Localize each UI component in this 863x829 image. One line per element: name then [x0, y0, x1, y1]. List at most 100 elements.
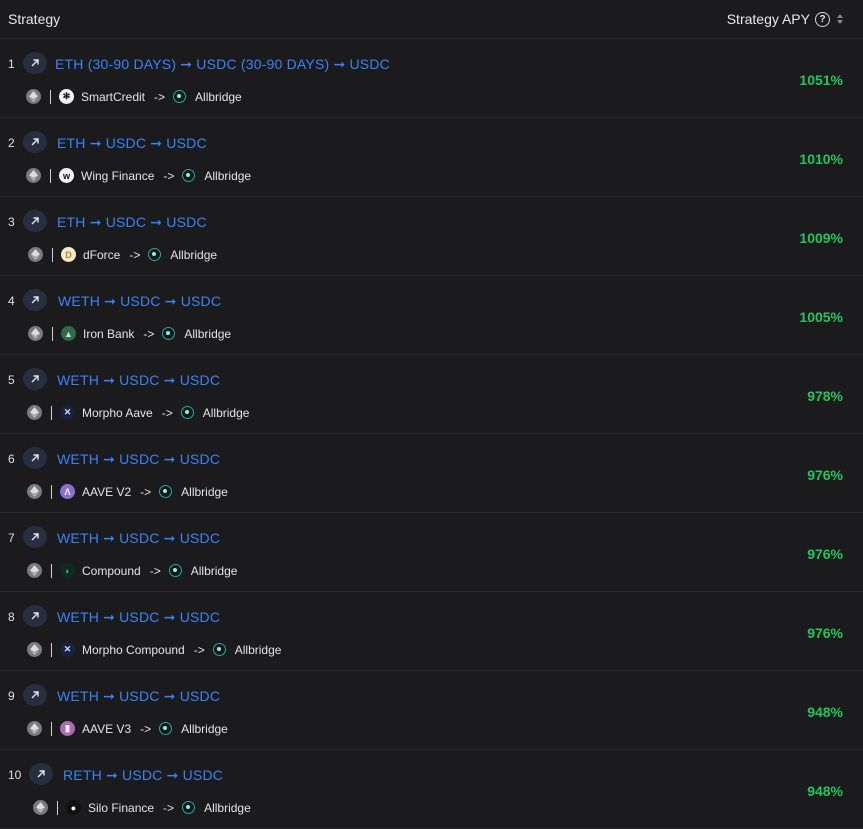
compound-icon: ◗	[60, 563, 75, 578]
strategy-route-link[interactable]: ETH (30-90 DAYS) ➞ USDC (30-90 DAYS) ➞ U…	[55, 56, 390, 73]
separator	[51, 405, 52, 420]
flow-arrow: ->	[161, 405, 173, 420]
allbridge-icon	[162, 327, 176, 340]
separator	[51, 721, 52, 736]
strategy-apy-value: 976%	[807, 546, 843, 562]
strategy-apy-value: 948%	[807, 704, 843, 720]
bridge-name: Allbridge	[204, 168, 252, 183]
allbridge-icon	[173, 90, 187, 103]
ethereum-chain-icon	[27, 484, 42, 499]
strategy-route-link[interactable]: WETH ➞ USDC ➞ USDC	[57, 609, 220, 626]
flow-arrow: ->	[193, 642, 205, 657]
smartcredit-icon: ✻	[59, 89, 74, 104]
separator	[51, 484, 52, 499]
bridge-name: Allbridge	[190, 563, 238, 578]
strategy-route-link[interactable]: WETH ➞ USDC ➞ USDC	[57, 688, 220, 705]
allbridge-icon	[159, 485, 173, 498]
strategy-path: ▮ AAVE V3 -> Allbridge	[27, 721, 228, 736]
strategy-path: ✕ Morpho Aave -> Allbridge	[27, 405, 249, 420]
table-row[interactable]: 9 WETH ➞ USDC ➞ USDC ▮ AAVE V3 -> Allbri…	[0, 671, 863, 750]
flow-arrow: ->	[163, 800, 175, 815]
open-strategy-arrow-icon[interactable]	[23, 289, 47, 311]
protocol-name: dForce	[83, 247, 121, 262]
table-header: Strategy Strategy APY ?	[0, 0, 863, 39]
wing-finance-icon: w	[59, 168, 74, 183]
strategy-path: ✕ Morpho Compound -> Allbridge	[27, 642, 281, 657]
strategy-route-link[interactable]: ETH ➞ USDC ➞ USDC	[57, 135, 207, 152]
aave-icon: Λ	[60, 484, 75, 499]
open-strategy-arrow-icon[interactable]	[23, 526, 47, 548]
strategy-route-link[interactable]: WETH ➞ USDC ➞ USDC	[57, 530, 220, 547]
open-strategy-arrow-icon[interactable]	[23, 52, 47, 74]
protocol-name: Wing Finance	[81, 168, 155, 183]
open-strategy-arrow-icon[interactable]	[23, 447, 47, 469]
table-row[interactable]: 3 ETH ➞ USDC ➞ USDC D dForce -> Allbridg…	[0, 197, 863, 276]
strategy-route-link[interactable]: WETH ➞ USDC ➞ USDC	[57, 451, 220, 468]
iron-bank-icon: ▲	[61, 326, 76, 341]
ethereum-chain-icon	[26, 89, 41, 104]
strategy-table: Strategy Strategy APY ? 1 ETH (30-90 DAY…	[0, 0, 863, 829]
table-row[interactable]: 6 WETH ➞ USDC ➞ USDC Λ AAVE V2 -> Allbri…	[0, 434, 863, 513]
separator	[51, 563, 52, 578]
flow-arrow: ->	[163, 168, 175, 183]
strategy-path: ◗ Compound -> Allbridge	[27, 563, 237, 578]
open-strategy-arrow-icon[interactable]	[23, 605, 47, 627]
separator	[52, 326, 53, 341]
strategy-apy-value: 978%	[807, 388, 843, 404]
strategy-path: ● Silo Finance -> Allbridge	[33, 800, 251, 815]
strategy-apy-value: 976%	[807, 467, 843, 483]
apy-column-label: Strategy APY	[726, 11, 810, 27]
open-strategy-arrow-icon[interactable]	[29, 763, 53, 785]
rank-number: 2	[8, 136, 15, 150]
open-strategy-arrow-icon[interactable]	[23, 210, 47, 232]
protocol-name: Compound	[82, 563, 141, 578]
separator	[50, 89, 51, 104]
table-row[interactable]: 5 WETH ➞ USDC ➞ USDC ✕ Morpho Aave -> Al…	[0, 355, 863, 434]
ethereum-chain-icon	[27, 405, 42, 420]
rank-number: 8	[8, 610, 15, 624]
protocol-name: Iron Bank	[83, 326, 135, 341]
separator	[51, 642, 52, 657]
rank-number: 1	[8, 57, 15, 71]
table-row[interactable]: 7 WETH ➞ USDC ➞ USDC ◗ Compound -> Allbr…	[0, 513, 863, 592]
strategy-apy-value: 1051%	[799, 72, 843, 88]
table-row[interactable]: 1 ETH (30-90 DAYS) ➞ USDC (30-90 DAYS) ➞…	[0, 39, 863, 118]
table-row[interactable]: 4 WETH ➞ USDC ➞ USDC ▲ Iron Bank -> Allb…	[0, 276, 863, 355]
strategy-path: w Wing Finance -> Allbridge	[26, 168, 251, 183]
protocol-name: Morpho Compound	[82, 642, 185, 657]
table-row[interactable]: 8 WETH ➞ USDC ➞ USDC ✕ Morpho Compound -…	[0, 592, 863, 671]
strategy-path: D dForce -> Allbridge	[28, 247, 217, 262]
dforce-icon: D	[61, 247, 76, 262]
separator	[52, 247, 53, 262]
bridge-name: Allbridge	[204, 800, 251, 815]
bridge-name: Allbridge	[234, 642, 282, 657]
open-strategy-arrow-icon[interactable]	[23, 131, 47, 153]
strategy-apy-value: 1005%	[799, 309, 843, 325]
strategy-column-header[interactable]: Strategy	[8, 11, 60, 27]
table-row[interactable]: 10 RETH ➞ USDC ➞ USDC ● Silo Finance -> …	[0, 750, 863, 829]
protocol-name: AAVE V3	[82, 721, 132, 736]
strategy-route-link[interactable]: WETH ➞ USDC ➞ USDC	[57, 372, 220, 389]
bridge-name: Allbridge	[170, 247, 218, 262]
open-strategy-arrow-icon[interactable]	[23, 684, 47, 706]
strategy-apy-value: 1009%	[799, 230, 843, 246]
morpho-icon: ✕	[60, 405, 75, 420]
strategy-route-link[interactable]: RETH ➞ USDC ➞ USDC	[63, 767, 223, 784]
allbridge-icon	[182, 801, 196, 814]
help-icon[interactable]: ?	[815, 11, 830, 27]
flow-arrow: ->	[149, 563, 161, 578]
ethereum-chain-icon	[27, 563, 42, 578]
strategy-path: ▲ Iron Bank -> Allbridge	[28, 326, 231, 341]
morpho-icon: ✕	[60, 642, 75, 657]
sort-icon[interactable]	[837, 14, 843, 24]
strategy-route-link[interactable]: WETH ➞ USDC ➞ USDC	[58, 293, 221, 310]
strategy-route-link[interactable]: ETH ➞ USDC ➞ USDC	[57, 214, 207, 231]
bridge-name: Allbridge	[195, 89, 242, 104]
table-body: 1 ETH (30-90 DAYS) ➞ USDC (30-90 DAYS) ➞…	[0, 39, 863, 829]
rank-number: 7	[8, 531, 15, 545]
table-row[interactable]: 2 ETH ➞ USDC ➞ USDC w Wing Finance -> Al…	[0, 118, 863, 197]
flow-arrow: ->	[129, 247, 141, 262]
apy-column-header[interactable]: Strategy APY ?	[727, 11, 843, 27]
open-strategy-arrow-icon[interactable]	[23, 368, 47, 390]
strategy-apy-value: 948%	[807, 783, 843, 799]
